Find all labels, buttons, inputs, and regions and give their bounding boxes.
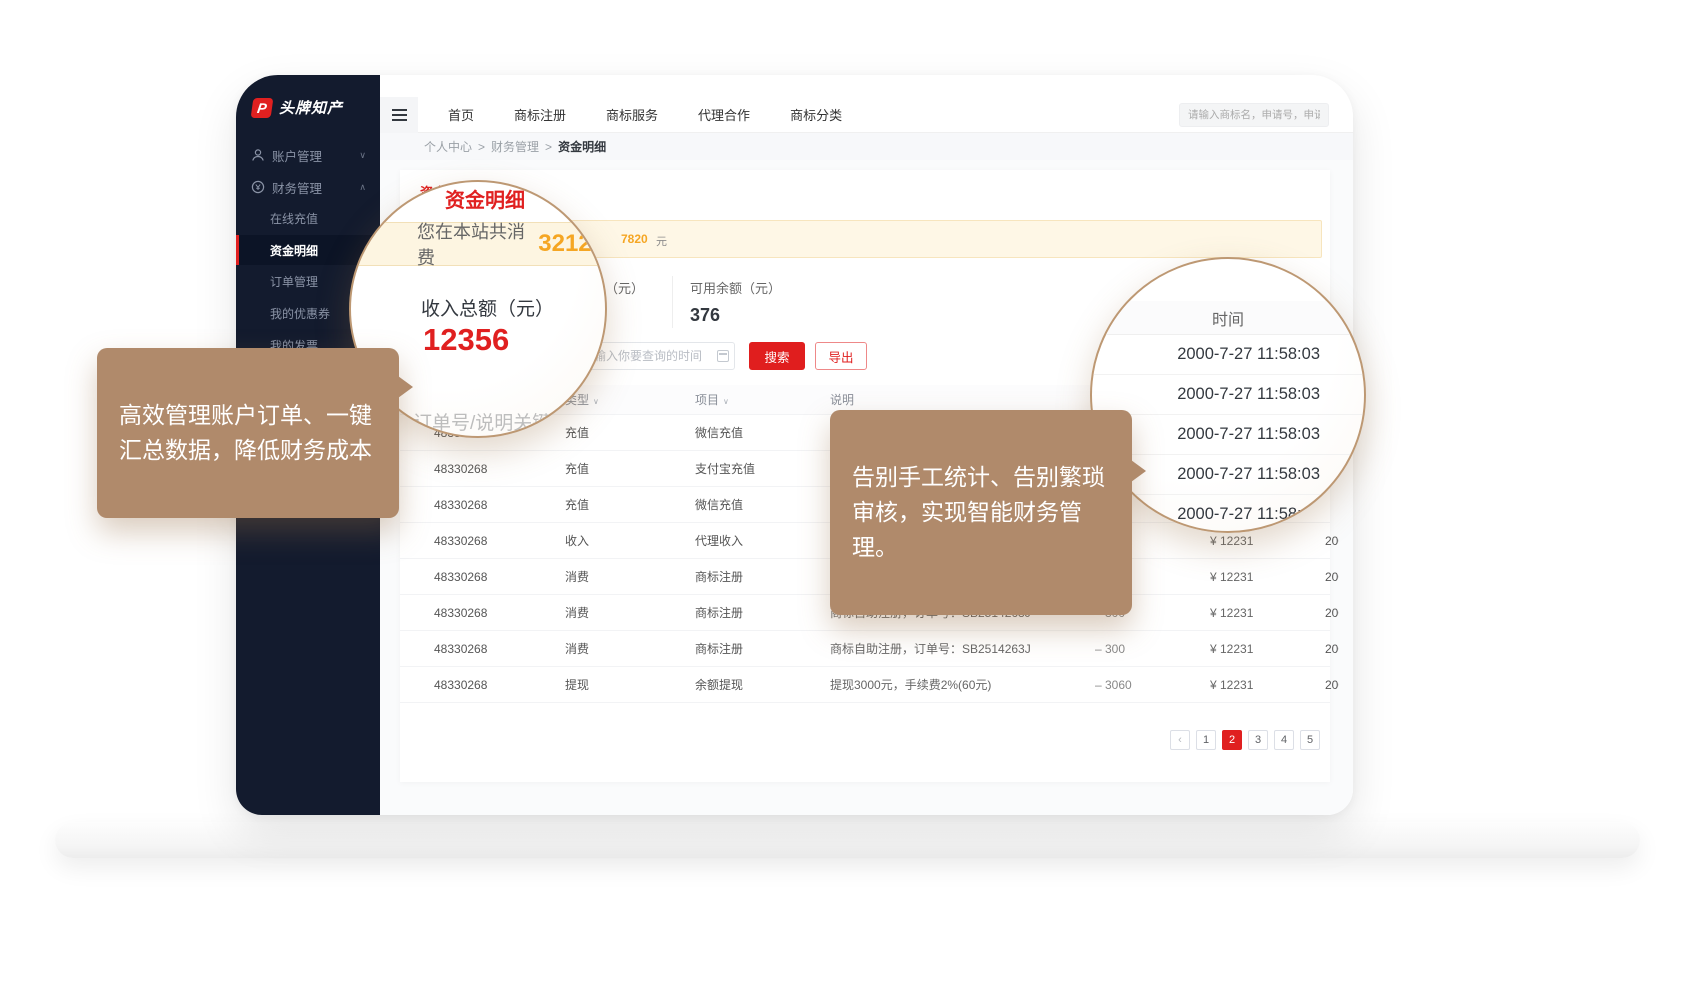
mid-stat-label: （元） [605,278,644,297]
pagination: ‹ 1 2 3 4 5 [1170,730,1320,750]
export-button[interactable]: 导出 [815,342,867,370]
trademark-search-input[interactable] [1179,103,1329,127]
callout-right: 告别手工统计、告别繁琐 审核，实现智能财务管 理。 [830,410,1132,615]
breadcrumb-separator: > [478,140,485,154]
user-icon [250,148,266,162]
magnified-tab-label: 资金明细 [445,184,525,213]
callout-arrow-right-icon [398,376,413,398]
pagination-page-5[interactable]: 5 [1300,730,1320,750]
sidebar-item-account[interactable]: 账户管理 ∨ [236,140,380,170]
breadcrumb-current: 资金明细 [558,138,606,155]
magnified-time-cell: 2000-7-27 11:58:03 [1092,415,1364,455]
finance-icon [250,180,266,194]
header-type[interactable]: 类型∨ [565,391,695,408]
brand-logo-icon: P [251,98,274,118]
magnified-banner-prefix: 您在本站共消费 [417,218,530,270]
brand-name: 头牌知产 [279,97,343,118]
header-desc: 说明 [830,391,1095,408]
pagination-page-3[interactable]: 3 [1248,730,1268,750]
callout-left: 高效管理账户订单、一键 汇总数据，降低财务成本 [97,348,399,518]
callout-right-text: 告别手工统计、告别繁琐 审核，实现智能财务管 理。 [852,464,1105,560]
magnified-keyword-placeholder: 订单号/说明关键词 [413,408,570,435]
pagination-page-2-active[interactable]: 2 [1222,730,1242,750]
top-navbar: 首页 商标注册 商标服务 代理合作 商标分类 [380,97,1353,133]
chevron-up-icon: ∧ [359,182,366,193]
callout-arrow-right-icon [1131,460,1146,482]
callout-left-text: 高效管理账户订单、一键 汇总数据，降低财务成本 [119,402,372,463]
chevron-down-icon: ∨ [359,150,366,161]
nav-item-home[interactable]: 首页 [448,105,474,124]
laptop-base [55,822,1640,858]
banner-unit: 元 [656,233,667,249]
header-project[interactable]: 项目∨ [695,391,830,408]
time-query-input[interactable] [585,342,735,370]
table-row[interactable]: 48330268提现余额提现 提现3000元，手续费2%(60元)– 3060 … [400,667,1330,703]
table-row[interactable]: 48330268消费商标注册 商标自助注册，订单号：SB2514263J– 30… [400,631,1330,667]
brand-logo[interactable]: P 头牌知产 [252,97,343,118]
magnified-time-cell: 2000-7-27 11:58:03 [1092,335,1364,375]
pagination-prev-button[interactable]: ‹ [1170,730,1190,750]
balance-label: 可用余额（元） [690,278,781,297]
magnified-time-header: 时间 [1092,301,1364,335]
magnified-income-value: 12356 [423,322,509,358]
magnified-income-label: 收入总额（元） [421,294,554,321]
search-button[interactable]: 搜索 [749,342,805,370]
pagination-page-4[interactable]: 4 [1274,730,1294,750]
breadcrumb-item[interactable]: 个人中心 [424,138,472,155]
calendar-icon[interactable] [717,350,729,362]
magnified-time-cell: 2000-7-27 11:58:03 [1092,495,1364,533]
breadcrumb-item[interactable]: 财务管理 [491,138,539,155]
nav-item-agent-cooperation[interactable]: 代理合作 [698,105,750,124]
breadcrumb: 个人中心 > 财务管理 > 资金明细 [380,133,1353,160]
sidebar-item-finance[interactable]: 财务管理 ∧ [236,172,380,202]
stat-divider [672,276,673,328]
nav-item-trademark-register[interactable]: 商标注册 [514,105,566,124]
caret-down-icon: ∨ [723,397,729,406]
nav-item-trademark-service[interactable]: 商标服务 [606,105,658,124]
magnified-banner-amount: 32124 [538,230,605,258]
balance-value: 376 [690,305,781,326]
breadcrumb-separator: > [545,140,552,154]
magnified-time-cell: 2000-7-27 11:58:03 [1092,375,1364,415]
banner-amount: 7820 [621,232,648,246]
pagination-page-1[interactable]: 1 [1196,730,1216,750]
hamburger-menu-icon[interactable] [380,97,418,133]
caret-down-icon: ∨ [593,397,599,406]
magnified-banner: 您在本站共消费 32124 [351,222,605,266]
nav-item-trademark-category[interactable]: 商标分类 [790,105,842,124]
